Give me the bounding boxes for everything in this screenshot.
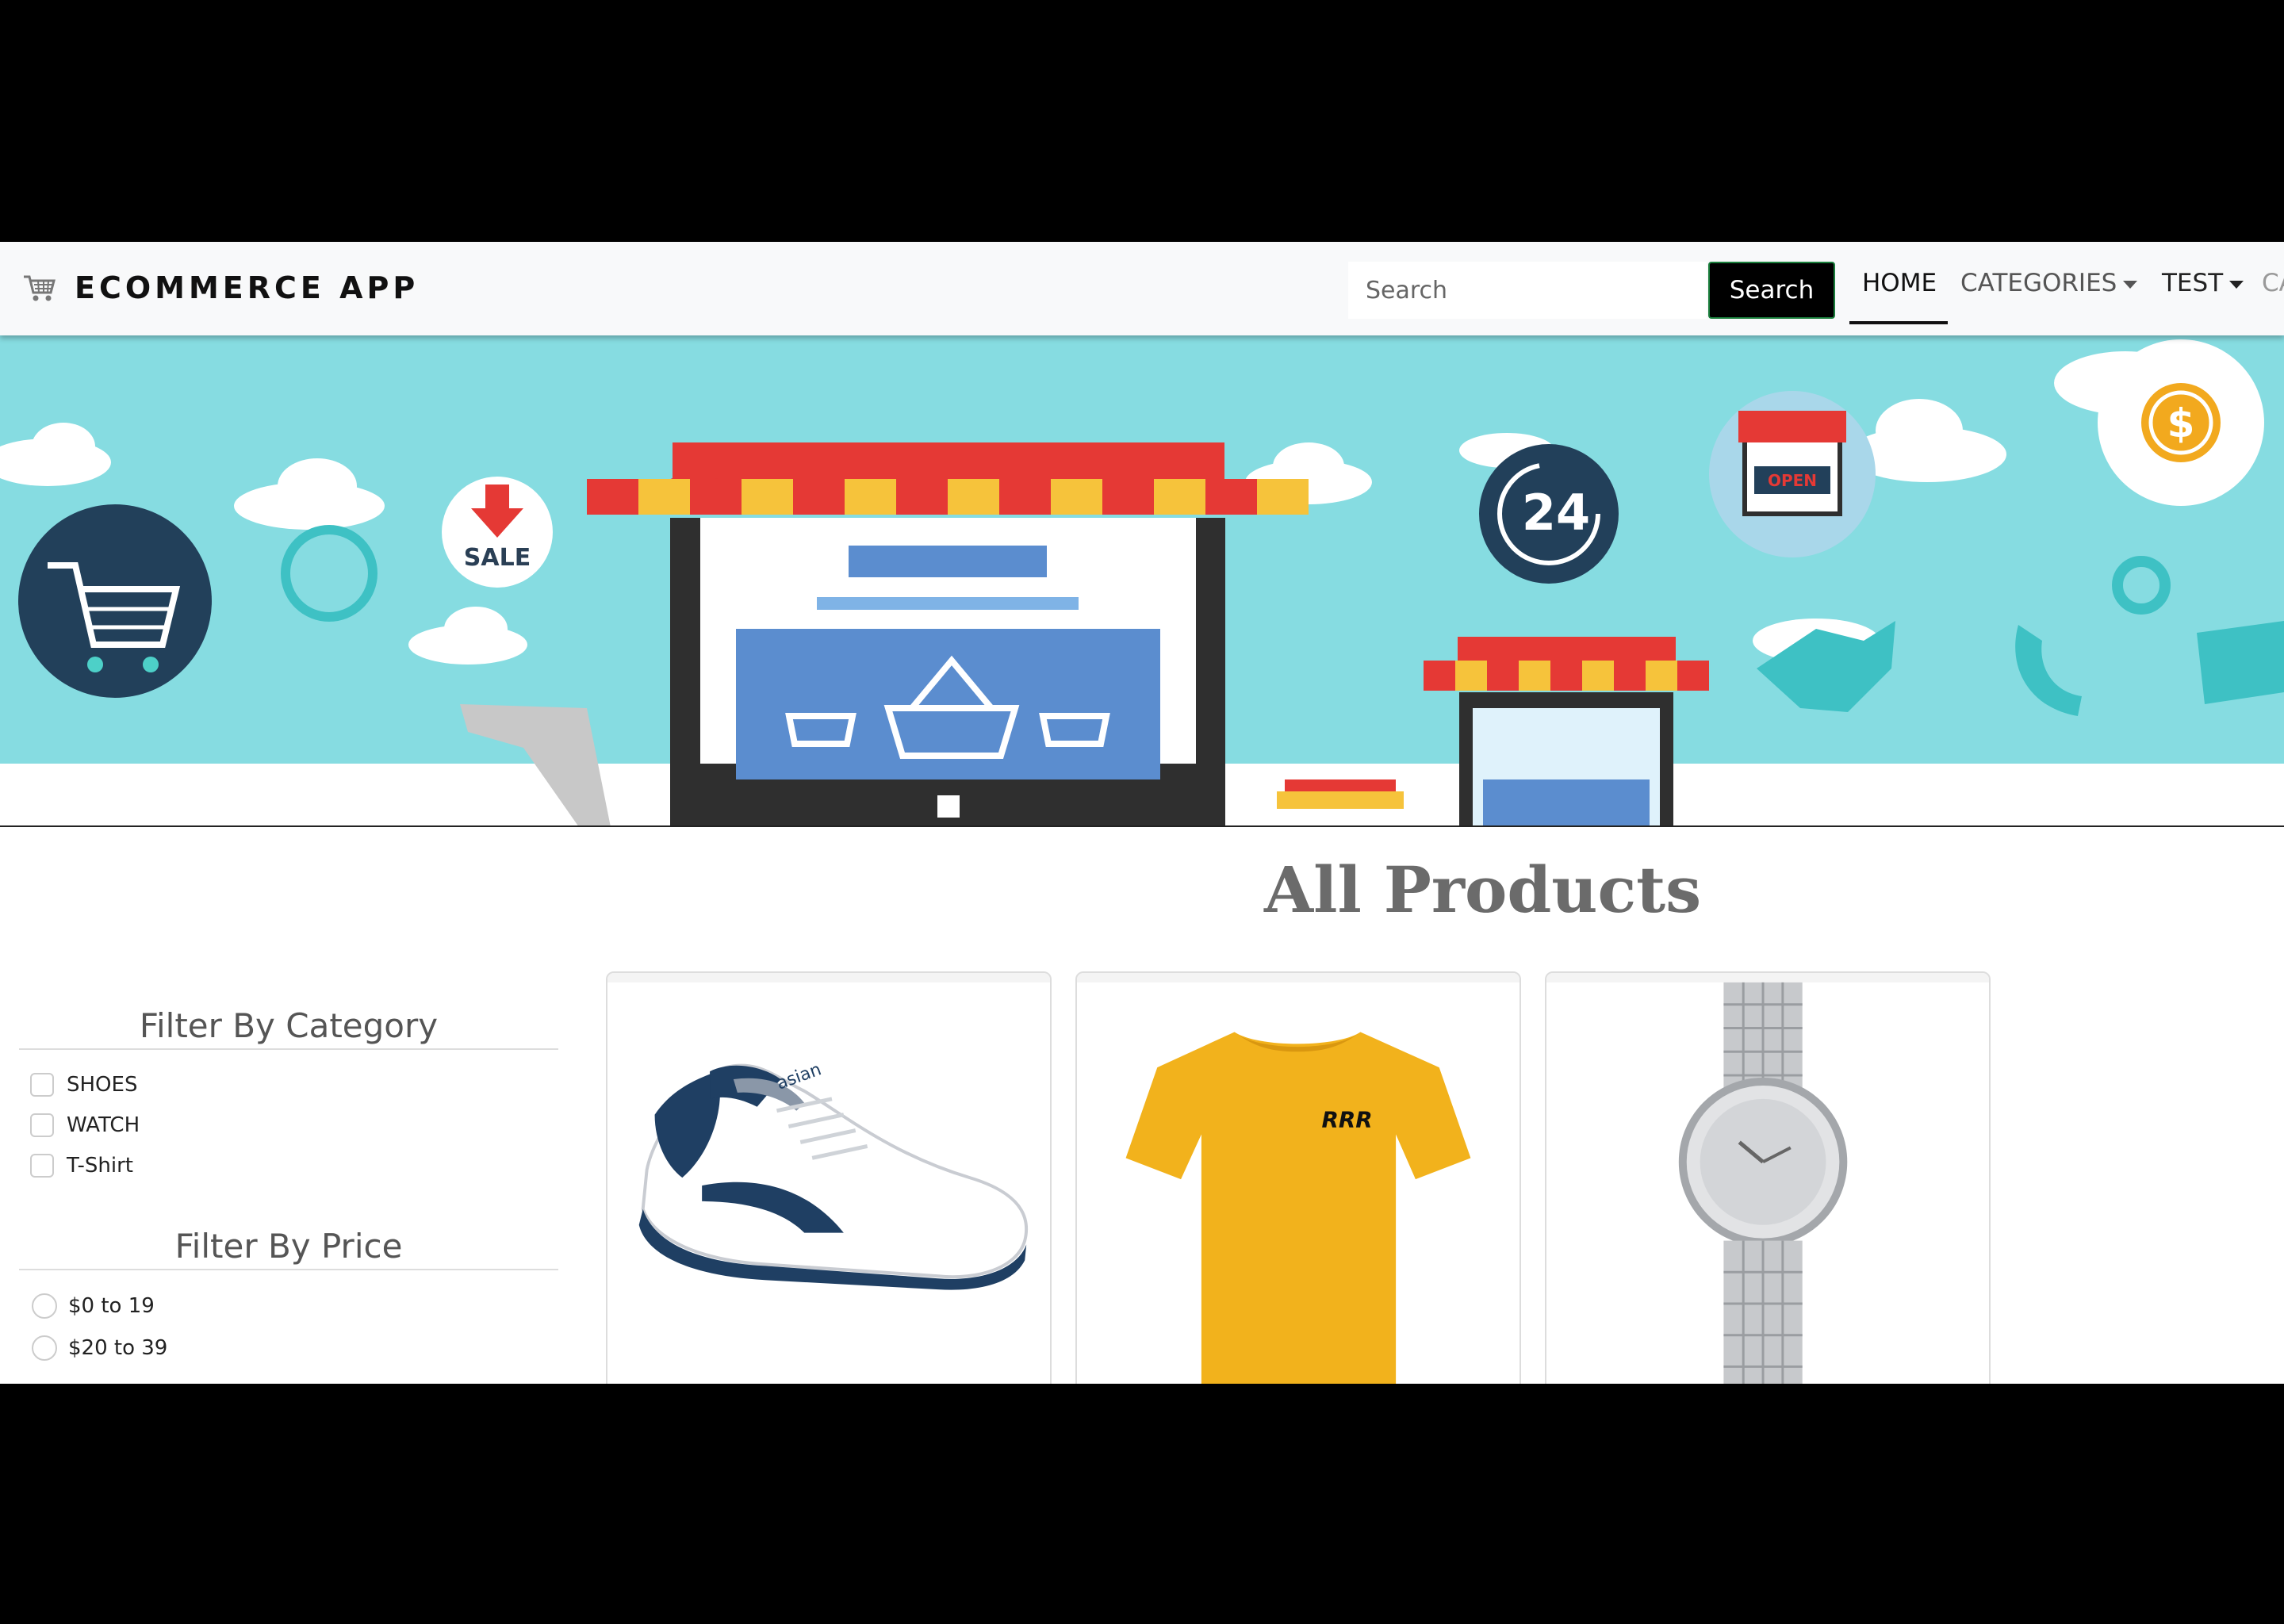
nav-test-dropdown[interactable]: TEST bbox=[2162, 269, 2244, 297]
svg-text:SALE: SALE bbox=[464, 544, 531, 572]
active-nav-indicator bbox=[1849, 321, 1948, 324]
filter-price-heading: Filter By Price bbox=[19, 1227, 558, 1270]
caret-down-icon bbox=[2229, 280, 2244, 289]
category-label: SHOES bbox=[67, 1072, 138, 1097]
radio-button[interactable] bbox=[32, 1335, 57, 1361]
category-option[interactable]: T-Shirt bbox=[19, 1145, 558, 1185]
cart-circle-icon bbox=[18, 504, 212, 698]
nav-home-link[interactable]: HOME bbox=[1862, 269, 1937, 297]
price-option[interactable]: $0 to 19 bbox=[19, 1285, 558, 1327]
nav-categories-dropdown[interactable]: CATEGORIES bbox=[1960, 269, 2138, 297]
price-option[interactable]: $20 to 39 bbox=[19, 1327, 558, 1369]
price-label: $20 to 39 bbox=[68, 1335, 168, 1360]
open-shop-icon: OPEN bbox=[1709, 391, 1876, 557]
svg-text:OPEN: OPEN bbox=[1768, 471, 1817, 490]
search-input[interactable] bbox=[1348, 262, 1707, 319]
price-label: $0 to 19 bbox=[68, 1293, 155, 1318]
hero-banner: SALE 24 OPEN $ bbox=[0, 335, 2284, 827]
svg-text:RRR: RRR bbox=[1321, 1107, 1372, 1133]
shop-illustration: SALE 24 OPEN $ bbox=[0, 335, 2284, 825]
product-image-watch bbox=[1546, 973, 1989, 1384]
radio-button[interactable] bbox=[32, 1293, 57, 1319]
product-card-tshirt[interactable]: RRR bbox=[1075, 971, 1521, 1384]
brand[interactable]: ECOMMERCE APP bbox=[22, 270, 419, 305]
browser-viewport: ECOMMERCE APP Search HOME CATEGORIES TES… bbox=[0, 242, 2284, 1384]
nav-cart-link[interactable]: CA bbox=[2262, 269, 2284, 297]
search-button[interactable]: Search bbox=[1708, 262, 1835, 319]
product-card-watch[interactable] bbox=[1545, 971, 1991, 1384]
category-label: WATCH bbox=[67, 1113, 140, 1137]
product-image-tshirt: RRR bbox=[1077, 973, 1519, 1384]
checkbox[interactable] bbox=[30, 1153, 54, 1178]
storefront-icon bbox=[587, 442, 1309, 825]
mail-icon bbox=[2197, 621, 2284, 704]
page-title: All Products bbox=[1264, 852, 1702, 927]
category-option[interactable]: SHOES bbox=[19, 1064, 558, 1105]
checkbox[interactable] bbox=[30, 1072, 54, 1097]
caret-down-icon bbox=[2123, 280, 2138, 289]
brand-name: ECOMMERCE APP bbox=[75, 270, 420, 305]
dollar-coin-icon: $ bbox=[2098, 339, 2264, 506]
product-image-shoe: asian bbox=[607, 973, 1050, 1290]
svg-text:24: 24 bbox=[1522, 484, 1590, 542]
nav-test-label: TEST bbox=[2162, 269, 2224, 297]
filter-category-heading: Filter By Category bbox=[19, 1006, 558, 1050]
product-card-shoe[interactable]: asian bbox=[606, 971, 1052, 1384]
filters-sidebar: Filter By Category SHOES WATCH T-Shirt F… bbox=[19, 1006, 558, 1369]
navbar: ECOMMERCE APP Search HOME CATEGORIES TES… bbox=[0, 242, 2284, 335]
nav-categories-label: CATEGORIES bbox=[1960, 269, 2117, 297]
checkbox[interactable] bbox=[30, 1113, 54, 1137]
shopping-cart-icon bbox=[24, 275, 56, 301]
24-hours-icon: 24 bbox=[1479, 444, 1619, 584]
svg-text:$: $ bbox=[2167, 400, 2195, 446]
category-option[interactable]: WATCH bbox=[19, 1105, 558, 1145]
sale-badge-icon: SALE bbox=[442, 477, 553, 588]
category-label: T-Shirt bbox=[67, 1153, 133, 1178]
